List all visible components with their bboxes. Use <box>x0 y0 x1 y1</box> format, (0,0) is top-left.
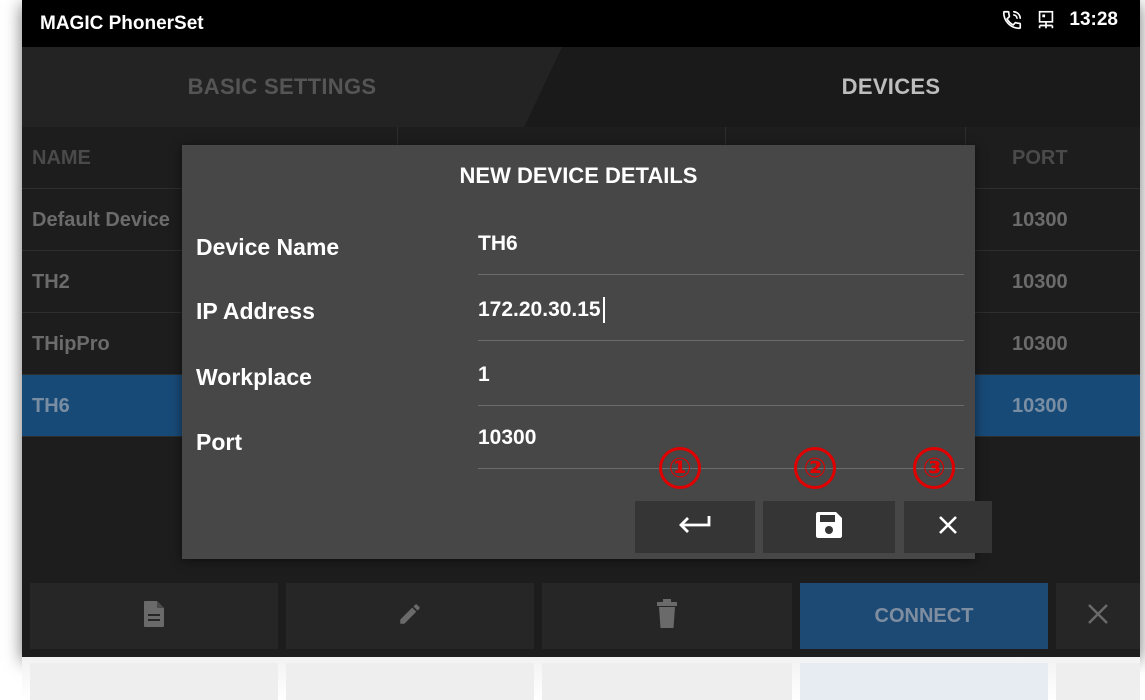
delete-device-button[interactable] <box>542 583 792 649</box>
tab-devices[interactable]: DEVICES <box>582 47 1140 127</box>
close-icon <box>938 515 958 540</box>
trash-icon <box>656 598 678 634</box>
edit-device-button[interactable] <box>286 583 534 649</box>
ip-address-field[interactable]: 172.20.30.15 <box>478 279 964 341</box>
status-icons: 13:28 <box>1001 9 1118 31</box>
network-icon <box>1035 9 1057 31</box>
device-name-label: Device Name <box>196 234 340 260</box>
screen-reflection <box>22 657 1140 700</box>
ip-address-value: 172.20.30.15 <box>478 297 601 321</box>
port-label: Port <box>196 429 242 455</box>
save-floppy-icon <box>814 510 844 545</box>
device-screen: MAGIC PhonerSet 13:28 BASIC SETTINGS DEV… <box>22 0 1140 657</box>
callout-marker-1: ① <box>659 447 701 489</box>
connect-button[interactable]: CONNECT <box>800 583 1048 649</box>
device-port: 10300 <box>1012 270 1068 293</box>
device-name: TH6 <box>32 394 70 417</box>
bottom-toolbar: CONNECT <box>22 583 1140 649</box>
device-port: 10300 <box>1012 332 1068 355</box>
device-name: THipPro <box>32 332 110 355</box>
reflection-shape <box>800 663 1048 700</box>
callout-marker-3: ③ <box>913 447 955 489</box>
close-icon <box>1087 603 1109 630</box>
phone-active-icon <box>1001 9 1023 31</box>
device-name: Default Device <box>32 208 170 231</box>
device-name: TH2 <box>32 270 70 293</box>
dialog-title: NEW DEVICE DETAILS <box>459 163 698 188</box>
callout-marker-2: ② <box>794 447 836 489</box>
reflection-shape <box>1056 663 1140 700</box>
new-file-icon <box>143 600 165 633</box>
new-device-button[interactable] <box>30 583 278 649</box>
reflection-shape <box>30 663 278 700</box>
tab-bar: BASIC SETTINGS DEVICES <box>22 47 1140 127</box>
tab-basic-settings[interactable]: BASIC SETTINGS <box>22 47 562 127</box>
close-app-button[interactable] <box>1056 583 1140 649</box>
clock: 13:28 <box>1069 9 1118 30</box>
column-header-port: PORT <box>1012 146 1068 169</box>
cancel-button[interactable] <box>904 501 992 553</box>
workplace-field[interactable]: 1 <box>478 344 964 406</box>
status-bar: MAGIC PhonerSet 13:28 <box>22 0 1140 47</box>
text-caret <box>602 296 605 323</box>
reflection-shape <box>542 663 792 700</box>
ip-address-label: IP Address <box>196 298 315 324</box>
return-arrow-icon <box>678 514 712 541</box>
app-title: MAGIC PhonerSet <box>40 13 204 34</box>
column-header-name: NAME <box>32 146 91 169</box>
device-port: 10300 <box>1012 394 1068 417</box>
device-name-field[interactable]: TH6 <box>478 213 964 275</box>
edit-pencil-icon <box>397 601 423 632</box>
return-button[interactable] <box>635 501 755 553</box>
device-port: 10300 <box>1012 208 1068 231</box>
save-button[interactable] <box>763 501 895 553</box>
port-field[interactable]: 10300 <box>478 407 964 469</box>
workplace-label: Workplace <box>196 364 312 390</box>
reflection-shape <box>286 663 534 700</box>
new-device-dialog: NEW DEVICE DETAILS Device Name TH6 IP Ad… <box>182 145 992 559</box>
